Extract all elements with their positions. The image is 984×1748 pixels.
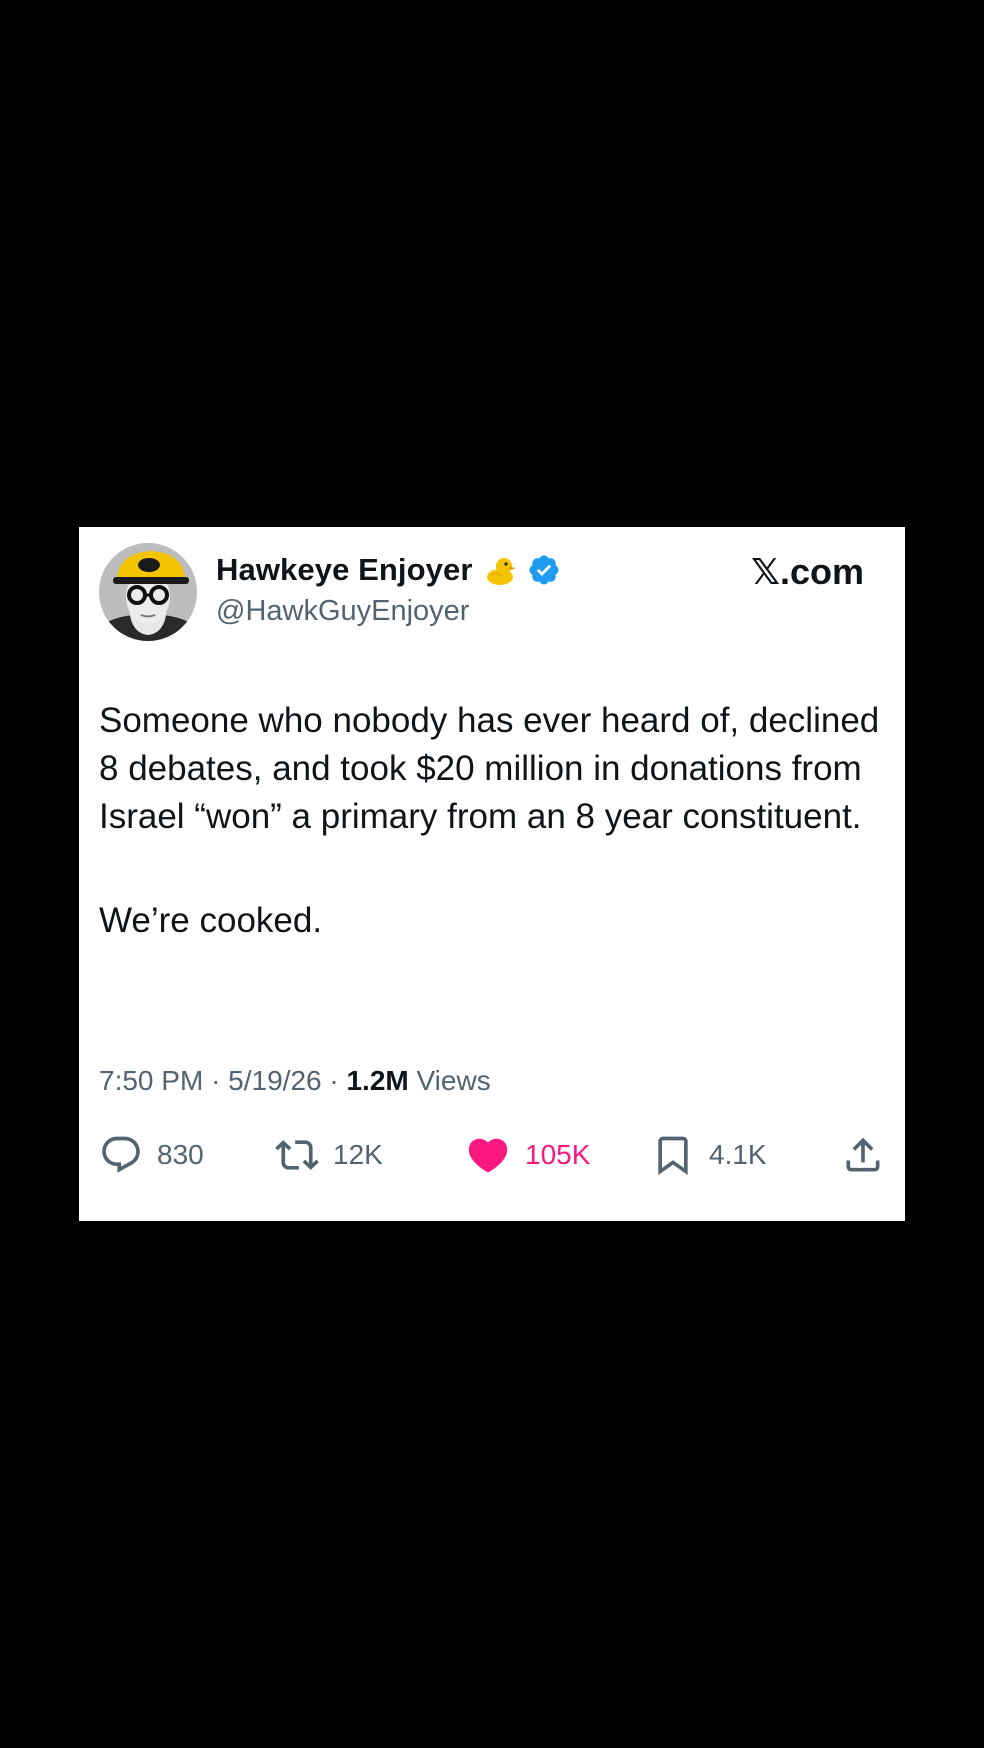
repost-button[interactable]: 12K [275, 1129, 383, 1181]
repost-count: 12K [333, 1139, 383, 1170]
reply-icon [99, 1133, 143, 1177]
author-name-row: Hawkeye Enjoyer [216, 549, 561, 591]
avatar-image [99, 543, 197, 641]
site-label: 𝕏.com [750, 551, 864, 592]
display-name[interactable]: Hawkeye Enjoyer [216, 552, 473, 588]
share-button[interactable] [841, 1129, 885, 1181]
bookmark-count: 4.1K [709, 1139, 767, 1170]
tweet-text: Someone who nobody has ever heard of, de… [99, 697, 899, 945]
reply-button[interactable]: 830 [99, 1129, 204, 1181]
author-handle[interactable]: @HawkGuyEnjoyer [216, 595, 469, 628]
bookmark-button[interactable]: 4.1K [651, 1129, 767, 1181]
post-date[interactable]: 5/19/26 [228, 1065, 321, 1096]
action-bar: 830 12K 105K 4.1K [99, 1129, 885, 1181]
share-icon [841, 1133, 885, 1177]
like-count: 105K [525, 1139, 591, 1170]
views-label: Views [416, 1065, 491, 1096]
meta-separator: · [329, 1065, 339, 1096]
like-button[interactable]: 105K [465, 1129, 590, 1181]
tweet-paragraph: We’re cooked. [99, 901, 323, 940]
post-time[interactable]: 7:50 PM [99, 1065, 203, 1096]
page-background: Hawkeye Enjoyer @HawkGuyEnjoyer 𝕏.com So… [0, 0, 984, 1748]
reply-count: 830 [157, 1139, 204, 1170]
repost-icon [275, 1133, 319, 1177]
avatar[interactable] [99, 543, 197, 641]
meta-separator: · [211, 1065, 221, 1096]
tweet-paragraph: Someone who nobody has ever heard of, de… [99, 701, 880, 836]
verified-badge-icon [527, 553, 561, 587]
bookmark-icon [651, 1133, 695, 1177]
duck-icon [483, 553, 517, 587]
tweet-card: Hawkeye Enjoyer @HawkGuyEnjoyer 𝕏.com So… [79, 527, 905, 1221]
tweet-meta: 7:50 PM · 5/19/26 · 1.2M Views [99, 1065, 491, 1097]
heart-icon [465, 1132, 511, 1178]
views-count: 1.2M [346, 1065, 409, 1096]
